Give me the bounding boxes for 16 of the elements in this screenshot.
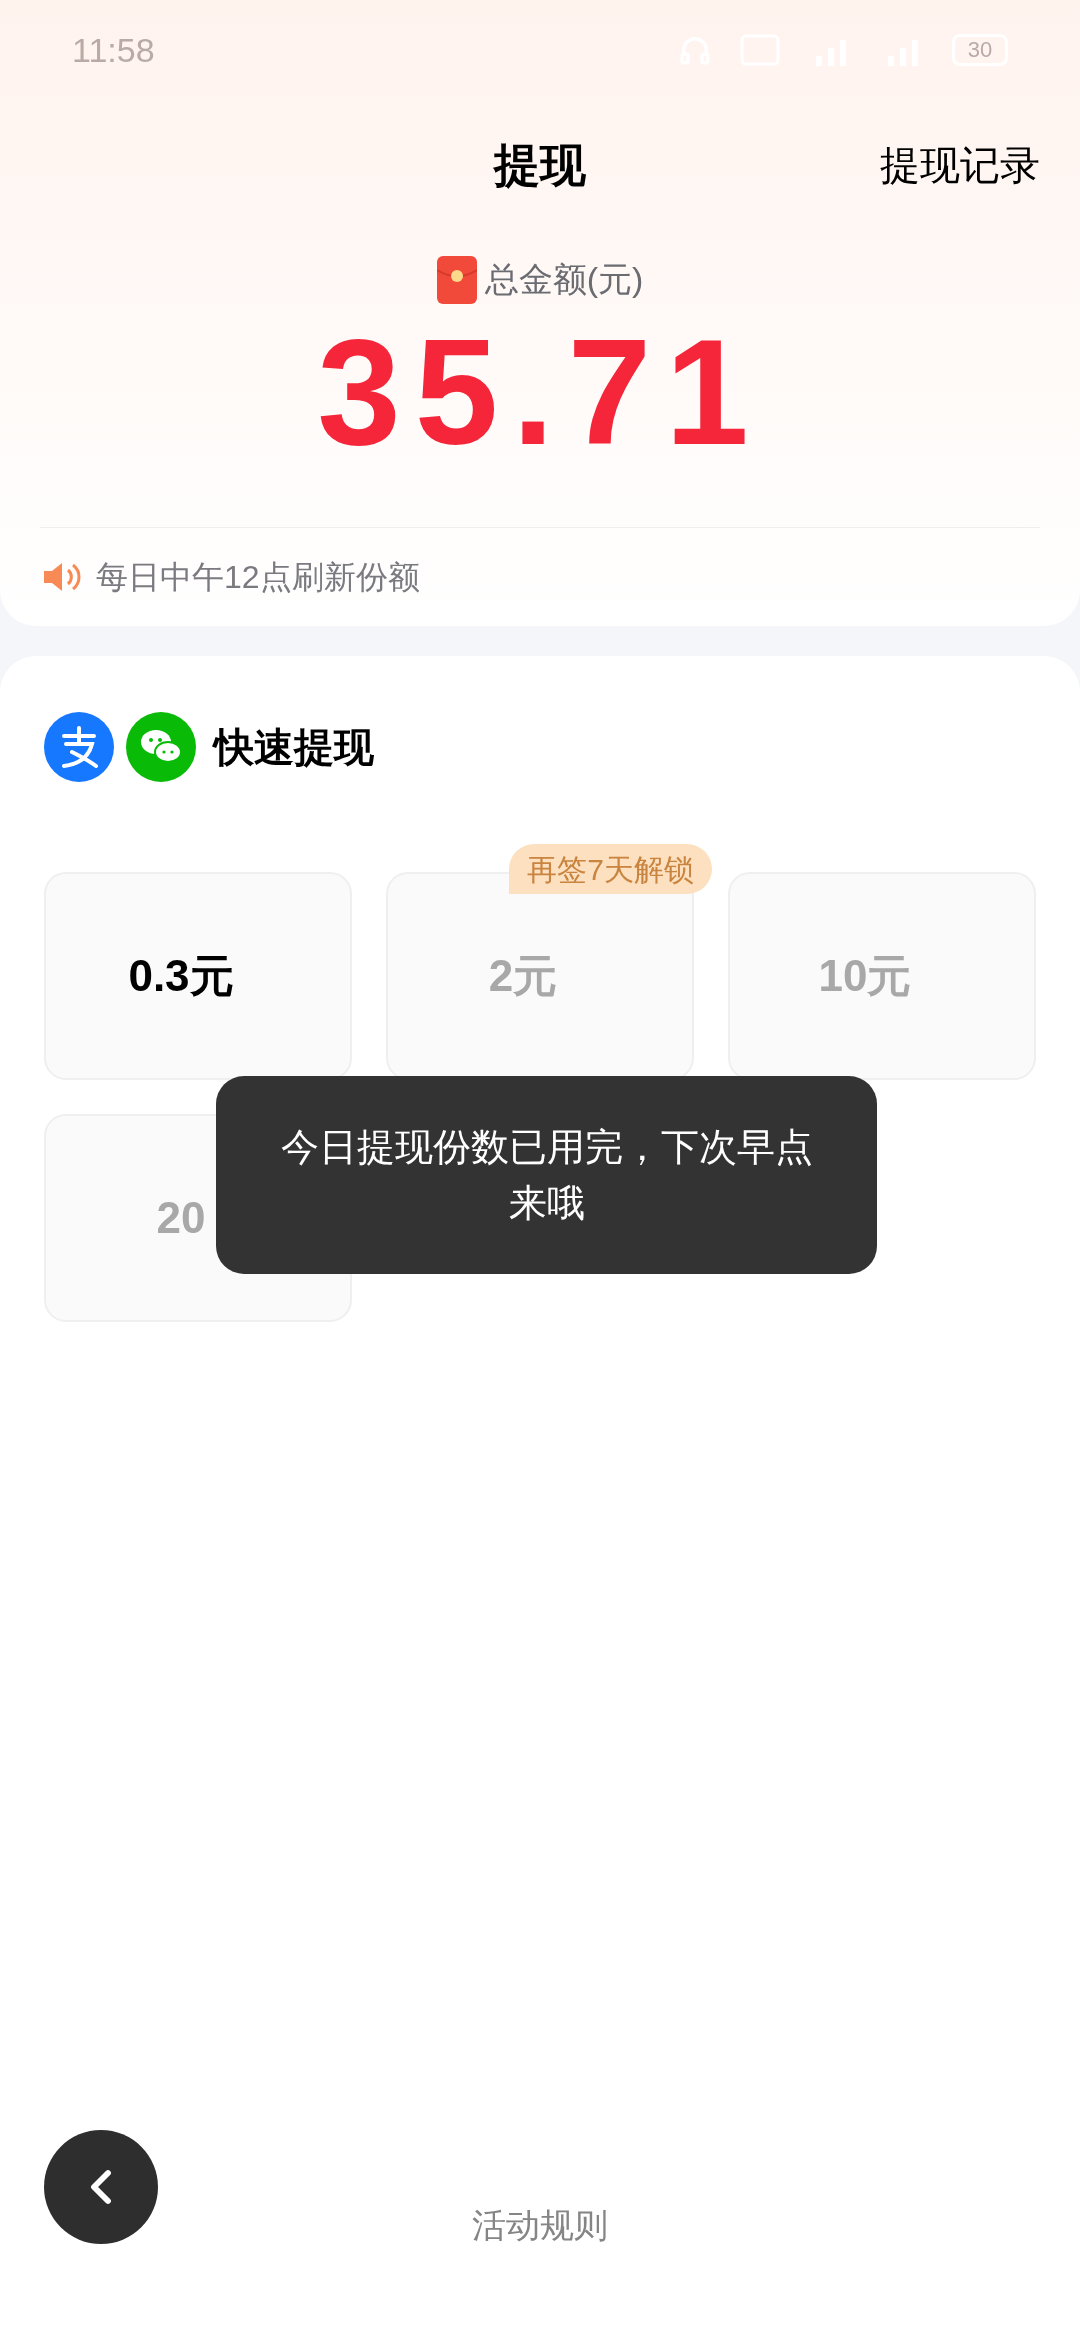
- envelope-icon: [436, 255, 477, 304]
- battery-indicator: 30: [952, 34, 1008, 66]
- status-time: 11:58: [72, 29, 155, 71]
- alipay-icon: [44, 712, 114, 782]
- speaker-icon: [42, 561, 82, 593]
- wechat-icon: [126, 712, 196, 782]
- unlock-badge: 再签7天解锁: [509, 844, 712, 894]
- withdraw-limit-toast: 今日提现份数已用完，下次早点来哦: [216, 1076, 877, 1274]
- amount-option[interactable]: 0.3元: [44, 872, 352, 1080]
- withdraw-history-link[interactable]: 提现记录: [880, 135, 1040, 195]
- notice-text: 每日中午12点刷新份额: [96, 558, 420, 597]
- rules-link[interactable]: 活动规则: [472, 2200, 608, 2251]
- section-title: 快速提现: [214, 724, 374, 771]
- balance-label: 总金额(元): [484, 259, 644, 300]
- balance-amount: 35.71: [317, 317, 763, 467]
- page-title: 提现: [494, 137, 586, 193]
